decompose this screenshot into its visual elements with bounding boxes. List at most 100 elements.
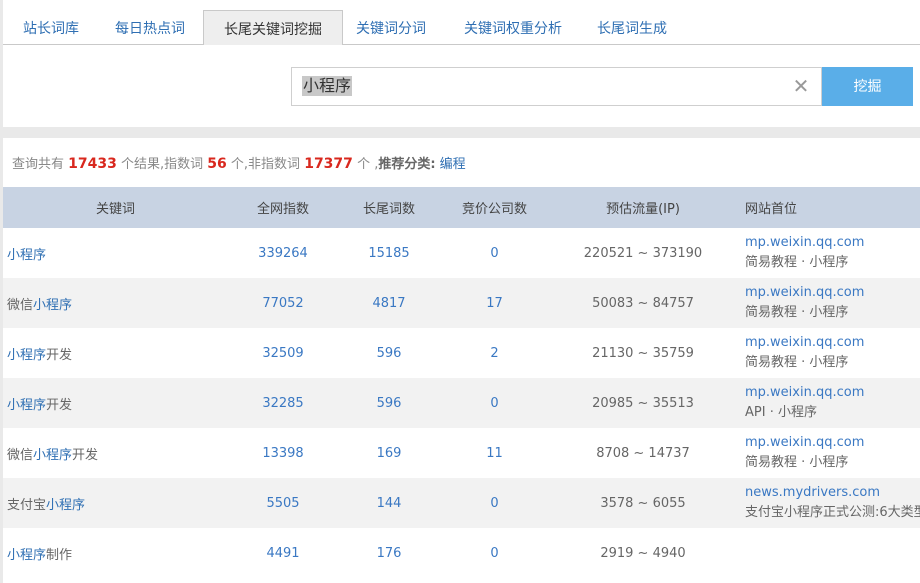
keyword-cell[interactable]: 支付宝小程序 [3,478,228,528]
longtail-cell[interactable]: 596 [338,328,440,378]
site-domain-link[interactable]: mp.weixin.qq.com [745,433,920,453]
traffic-cell: 2919 ~ 4940 [600,545,686,561]
header-traffic[interactable]: 预估流量(IP) [549,187,737,228]
keyword-suffix: 制作 [46,547,73,563]
clear-icon[interactable]: ✕ [791,76,811,96]
keyword-highlight: 小程序 [33,297,73,313]
header-bid-companies[interactable]: 竞价公司数 [440,187,549,228]
mine-button[interactable]: 挖掘 [822,67,913,106]
header-keyword[interactable]: 关键词 [3,187,228,228]
longtail-cell[interactable]: 169 [338,428,440,478]
keyword-cell[interactable]: 小程序开发 [3,328,228,378]
index-cell[interactable]: 5505 [228,478,338,528]
site-title: 简易教程 · 小程序 [745,305,849,320]
header-index[interactable]: 全网指数 [228,187,338,228]
traffic-cell: 3578 ~ 6055 [600,495,686,511]
longtail-cell[interactable]: 15185 [338,228,440,278]
top-site-cell: mp.weixin.qq.com 简易教程 · 小程序 [737,278,920,328]
top-site-cell: mp.weixin.qq.com 简易教程 · 小程序 [737,328,920,378]
search-box: 小程序 ✕ [291,67,822,106]
table-row: 小程序开发 32285 596 0 20985 ~ 35513 mp.weixin.qq.… [3,378,920,428]
traffic-cell: 21130 ~ 35759 [592,345,694,361]
longtail-cell[interactable]: 4817 [338,278,440,328]
keyword-highlight: 小程序 [7,347,47,363]
site-domain-link[interactable]: mp.weixin.qq.com [745,283,920,303]
traffic-cell: 8708 ~ 14737 [596,445,690,461]
search-input[interactable] [292,68,782,105]
index-cell[interactable]: 32285 [228,378,338,428]
site-title: 简易教程 · 小程序 [745,355,849,370]
site-domain-link[interactable]: mp.weixin.qq.com [745,383,920,403]
header-top-site[interactable]: 网站首位 [737,187,920,228]
keyword-cell[interactable]: 小程序 [3,228,228,278]
site-domain-link[interactable]: mp.weixin.qq.com [745,333,920,353]
longtail-cell[interactable]: 176 [338,528,440,578]
tab-keyword-weight-analysis[interactable]: 关键词权重分析 [444,10,582,45]
tab-bar: 站长词库 每日热点词 长尾关键词挖掘 关键词分词 关键词权重分析 长尾词生成 [3,0,920,46]
keyword-suffix: 开发 [46,347,73,363]
nonindexed-count: 17377 [304,156,353,172]
keyword-highlight: 小程序 [33,447,73,463]
tab-keyword-segmentation[interactable]: 关键词分词 [336,10,446,45]
site-title: 简易教程 · 小程序 [745,455,849,470]
longtail-cell[interactable]: 144 [338,478,440,528]
index-cell[interactable]: 4491 [228,528,338,578]
table-row: 支付宝小程序 5505 144 0 3578 ~ 6055 news.mydrivers.… [3,478,920,528]
keyword-cell[interactable]: 小程序开发 [3,378,228,428]
keyword-cell[interactable]: 微信小程序开发 [3,428,228,478]
table-header: 关键词 全网指数 长尾词数 竞价公司数 预估流量(IP) 网站首位 [3,187,920,228]
index-cell[interactable]: 77052 [228,278,338,328]
bid-cell[interactable]: 0 [440,478,549,528]
site-domain-link[interactable]: mp.weixin.qq.com [745,233,920,253]
keyword-cell[interactable]: 微信小程序 [3,278,228,328]
table-row: 微信小程序开发 13398 169 11 8708 ~ 14737 mp.weixin.q… [3,428,920,478]
top-site-cell: mp.weixin.qq.com 简易教程 · 小程序 [737,428,920,478]
recommended-category-label: 推荐分类: [378,157,436,172]
tab-webmaster-lexicon[interactable]: 站长词库 [3,10,99,45]
bid-cell[interactable]: 11 [440,428,549,478]
keyword-highlight: 小程序 [7,397,47,413]
keyword-suffix: 开发 [46,397,73,413]
tab-longtail-generation[interactable]: 长尾词生成 [577,10,687,45]
top-site-cell: mp.weixin.qq.com 简易教程 · 小程序 [737,228,920,278]
recommended-category-link[interactable]: 编程 [440,157,466,172]
site-domain-link[interactable]: news.mydrivers.com [745,483,920,503]
indexed-count: 56 [207,156,227,172]
index-cell[interactable]: 32509 [228,328,338,378]
traffic-cell: 50083 ~ 84757 [592,295,694,311]
keyword-highlight: 小程序 [7,547,47,563]
search-area: 小程序 ✕ 挖掘 [3,45,920,127]
bid-cell[interactable]: 2 [440,328,549,378]
traffic-cell: 220521 ~ 373190 [583,245,703,261]
bid-cell[interactable]: 0 [440,378,549,428]
results-summary: 查询共有 17433 个结果,指数词 56 个,非指数词 17377 个 ,推荐… [12,156,466,172]
site-title: API · 小程序 [745,405,817,420]
index-cell[interactable]: 339264 [228,228,338,278]
table-row: 小程序制作 4491 176 0 2919 ~ 4940 [3,528,920,578]
keyword-table: 关键词 全网指数 长尾词数 竞价公司数 预估流量(IP) 网站首位 小程序 339… [3,187,920,578]
index-cell[interactable]: 13398 [228,428,338,478]
keyword-cell[interactable]: 小程序制作 [3,528,228,578]
keyword-highlight: 小程序 [46,497,86,513]
top-site-cell: news.mydrivers.com 支付宝小程序正式公测:6大类型 [737,478,920,528]
bid-cell[interactable]: 17 [440,278,549,328]
site-title: 支付宝小程序正式公测:6大类型 [745,505,920,520]
top-site-cell: mp.weixin.qq.com API · 小程序 [737,378,920,428]
keyword-suffix: 开发 [72,447,99,463]
keyword-prefix: 微信 [7,447,34,463]
total-count: 17433 [68,156,117,172]
keyword-prefix: 微信 [7,297,34,313]
bid-cell[interactable]: 0 [440,228,549,278]
longtail-cell[interactable]: 596 [338,378,440,428]
results-panel: 查询共有 17433 个结果,指数词 56 个,非指数词 17377 个 ,推荐… [3,138,920,583]
keyword-highlight: 小程序 [7,247,47,263]
header-longtail[interactable]: 长尾词数 [338,187,440,228]
top-site-cell [737,528,920,578]
tab-longtail-mining[interactable]: 长尾关键词挖掘 [203,10,343,46]
bid-cell[interactable]: 0 [440,528,549,578]
keyword-prefix: 支付宝 [7,497,47,513]
tab-daily-hot-words[interactable]: 每日热点词 [95,10,205,45]
table-row: 小程序开发 32509 596 2 21130 ~ 35759 mp.weixin.qq.… [3,328,920,378]
table-row: 小程序 339264 15185 0 220521 ~ 373190 mp.weixin.… [3,228,920,278]
site-title: 简易教程 · 小程序 [745,255,849,270]
